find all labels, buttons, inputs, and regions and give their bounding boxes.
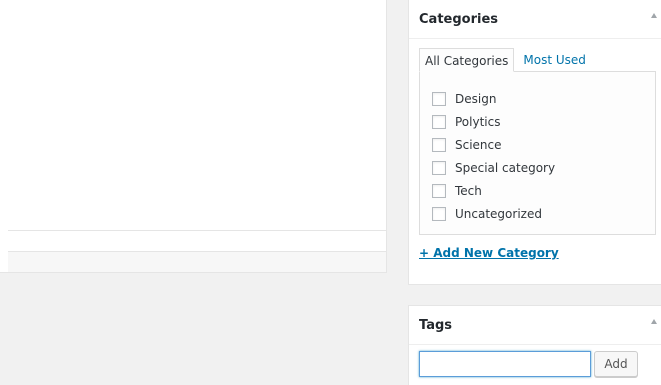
category-label: Special category [455, 161, 556, 175]
editor-panel [0, 0, 387, 273]
category-checkbox[interactable] [432, 138, 446, 152]
category-item-tech[interactable]: Tech [432, 181, 555, 204]
categories-header[interactable]: Categories [409, 0, 661, 39]
new-tag-input[interactable] [419, 351, 591, 377]
category-label: Science [455, 138, 502, 152]
category-tabs: All Categories Most Used [419, 48, 591, 72]
editor-content-area[interactable] [0, 0, 386, 230]
category-label: Polytics [455, 115, 501, 129]
category-item-science[interactable]: Science [432, 135, 555, 158]
category-checklist-panel: Design Polytics Science Special category… [419, 71, 656, 235]
category-checklist: Design Polytics Science Special category… [432, 89, 555, 227]
category-label: Tech [455, 184, 482, 198]
tags-box: Tags Add [408, 305, 661, 385]
tags-title: Tags [419, 318, 453, 333]
collapse-toggle-icon[interactable] [651, 319, 657, 324]
categories-title: Categories [419, 12, 499, 27]
editor-status-bar [8, 251, 386, 272]
category-item-special-category[interactable]: Special category [432, 158, 555, 181]
category-item-uncategorized[interactable]: Uncategorized [432, 204, 555, 227]
tab-all-categories[interactable]: All Categories [419, 48, 515, 72]
category-checkbox[interactable] [432, 115, 446, 129]
add-new-category-link[interactable]: + Add New Category [419, 246, 559, 260]
category-checkbox[interactable] [432, 92, 446, 106]
category-item-polytics[interactable]: Polytics [432, 112, 555, 135]
editor-divider [8, 230, 386, 231]
category-checkbox[interactable] [432, 207, 446, 221]
category-label: Uncategorized [455, 207, 542, 221]
collapse-toggle-icon[interactable] [651, 13, 657, 18]
category-label: Design [455, 92, 497, 106]
category-checkbox[interactable] [432, 184, 446, 198]
add-tag-button[interactable]: Add [594, 351, 638, 377]
category-item-design[interactable]: Design [432, 89, 555, 112]
category-checkbox[interactable] [432, 161, 446, 175]
categories-box: Categories All Categories Most Used Desi… [408, 0, 661, 285]
tags-header[interactable]: Tags [409, 306, 661, 345]
tab-most-used[interactable]: Most Used [514, 48, 591, 72]
